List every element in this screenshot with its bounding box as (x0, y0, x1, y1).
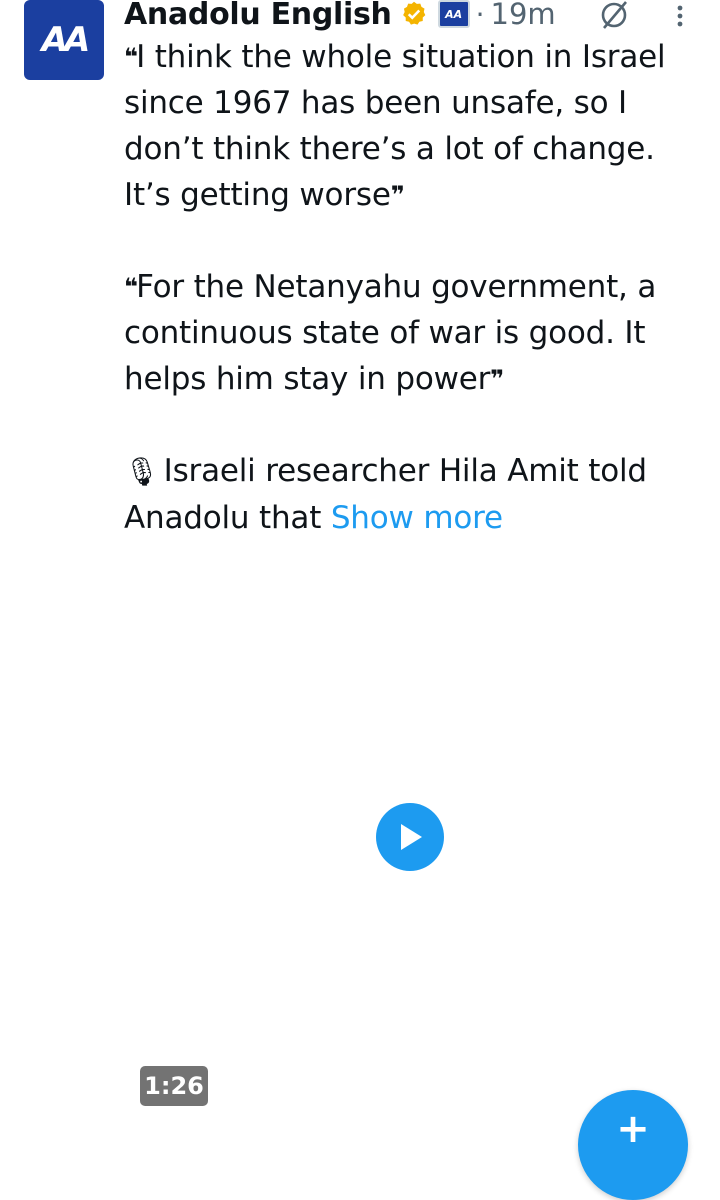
compose-plus-icon: + (616, 1106, 650, 1152)
affiliate-badge-text: AA (445, 7, 463, 21)
play-icon (401, 824, 422, 850)
close-quote-icon: ❞ (390, 181, 405, 209)
microphone-icon: 🎙 (124, 455, 160, 488)
open-quote-icon: ❝ (124, 273, 138, 301)
tweet-text: ❝I think the whole situation in Israel s… (124, 34, 704, 541)
grok-icon[interactable] (596, 0, 632, 30)
tweet-timestamp[interactable]: 19m (491, 0, 556, 31)
quote-paragraph-1: ❝I think the whole situation in Israel s… (124, 34, 704, 218)
open-quote-icon: ❝ (124, 43, 138, 71)
more-options-icon[interactable] (670, 2, 690, 32)
separator-dot: · (475, 0, 485, 31)
show-more-link[interactable]: Show more (331, 500, 503, 536)
quote-text-2: For the Netanyahu government, a continuo… (124, 269, 657, 397)
video-play-button[interactable] (376, 803, 444, 871)
tweet-header: Anadolu English AA · 19m (124, 0, 556, 32)
affiliate-badge-icon[interactable]: AA (437, 0, 470, 28)
compose-button[interactable]: + (578, 1090, 688, 1200)
video-duration-badge: 1:26 (140, 1066, 208, 1106)
avatar-logo-text: AA (41, 20, 91, 60)
author-avatar[interactable]: AA (24, 0, 104, 80)
close-quote-icon: ❞ (490, 365, 504, 393)
quote-paragraph-2: ❝For the Netanyahu government, a continu… (124, 264, 704, 402)
author-name[interactable]: Anadolu English (124, 0, 392, 32)
verified-badge-icon (402, 1, 425, 25)
attribution-paragraph: 🎙 Israeli researcher Hila Amit told Anad… (124, 448, 704, 541)
